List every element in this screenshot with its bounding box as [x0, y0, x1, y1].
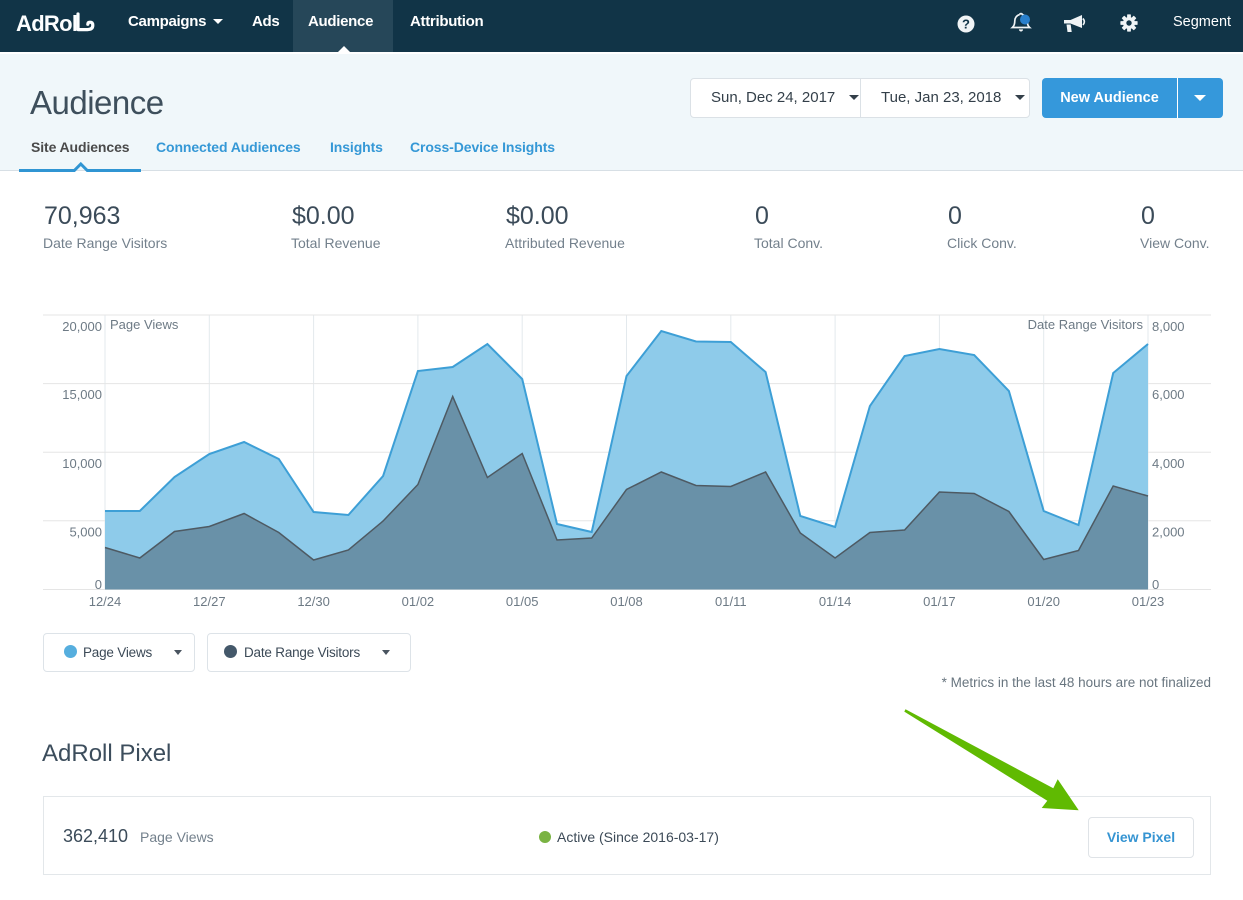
- svg-text:10,000: 10,000: [62, 456, 102, 471]
- svg-text:01/17: 01/17: [923, 594, 956, 609]
- svg-text:4,000: 4,000: [1152, 456, 1185, 471]
- svg-text:01/02: 01/02: [402, 594, 435, 609]
- svg-text:5,000: 5,000: [69, 524, 102, 539]
- svg-text:2,000: 2,000: [1152, 524, 1185, 539]
- svg-text:6,000: 6,000: [1152, 387, 1185, 402]
- svg-text:01/05: 01/05: [506, 594, 539, 609]
- svg-text:01/23: 01/23: [1132, 594, 1165, 609]
- svg-text:Page Views: Page Views: [110, 317, 179, 332]
- svg-text:01/14: 01/14: [819, 594, 852, 609]
- svg-text:01/11: 01/11: [715, 594, 747, 609]
- svg-text:?: ?: [962, 17, 970, 32]
- svg-text:15,000: 15,000: [62, 387, 102, 402]
- svg-text:12/24: 12/24: [89, 594, 122, 609]
- svg-text:8,000: 8,000: [1152, 319, 1185, 334]
- svg-text:AdRol: AdRol: [16, 11, 77, 36]
- svg-text:01/08: 01/08: [610, 594, 643, 609]
- svg-text:12/30: 12/30: [297, 594, 330, 609]
- svg-text:01/20: 01/20: [1027, 594, 1060, 609]
- svg-text:12/27: 12/27: [193, 594, 226, 609]
- svg-text:Date Range Visitors: Date Range Visitors: [1028, 317, 1144, 332]
- svg-text:20,000: 20,000: [62, 319, 102, 334]
- svg-text:0: 0: [1152, 577, 1159, 592]
- svg-text:0: 0: [95, 577, 102, 592]
